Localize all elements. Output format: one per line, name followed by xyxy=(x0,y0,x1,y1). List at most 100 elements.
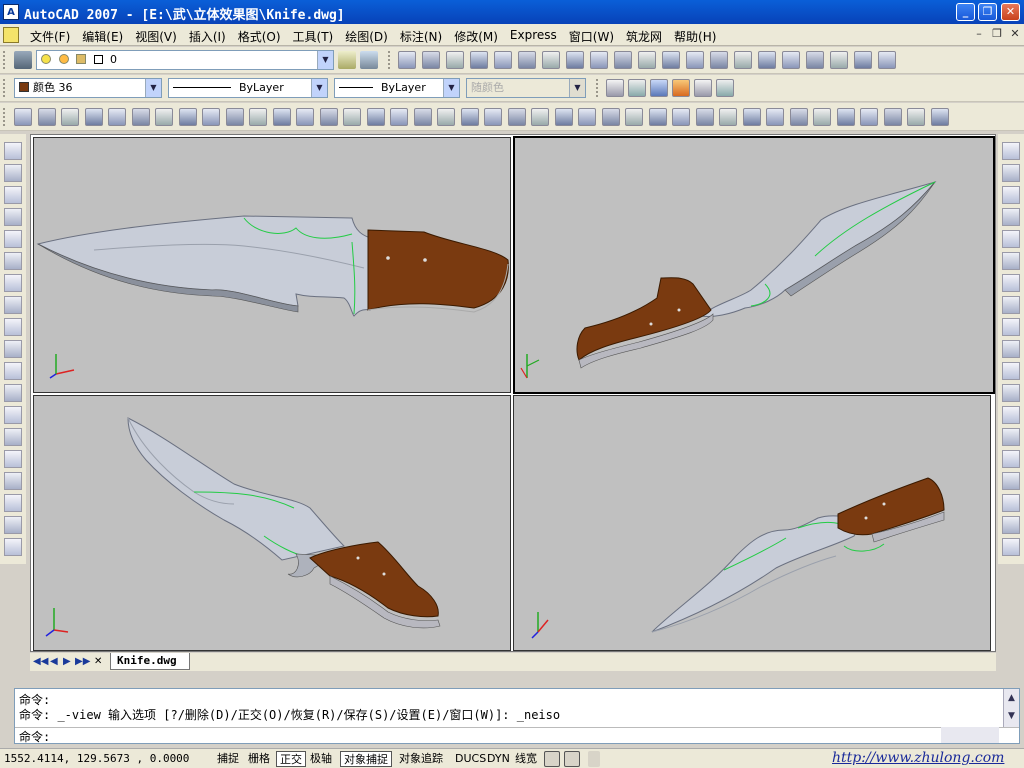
document-close-button[interactable]: ✕ xyxy=(1008,28,1022,42)
make-object-layer-current-icon[interactable] xyxy=(338,51,356,69)
menu-item-3[interactable]: 插入(I) xyxy=(183,28,232,45)
viewport-bottom-left[interactable] xyxy=(33,395,511,651)
solid-edit-icon-10[interactable] xyxy=(249,108,267,126)
menu-item-7[interactable]: 标注(N) xyxy=(394,28,448,45)
chevron-down-icon[interactable]: ▼ xyxy=(311,79,327,97)
solid-edit-icon-24[interactable] xyxy=(578,108,596,126)
lineweight-dropdown[interactable]: ByLayer ▼ xyxy=(334,78,460,98)
command-scrollbar[interactable]: ▲ ▼ xyxy=(1003,689,1019,727)
solid-edit-icon-29[interactable] xyxy=(695,108,714,126)
status-toggle-1[interactable]: 栅格 xyxy=(245,751,273,767)
modeling-icon-17[interactable] xyxy=(806,51,824,69)
dimension-tool-icon-16[interactable] xyxy=(1002,494,1020,512)
draw-tool-icon-5[interactable] xyxy=(4,252,22,270)
dimension-tool-icon-17[interactable] xyxy=(1002,516,1020,534)
menu-item-8[interactable]: 修改(M) xyxy=(448,28,504,45)
draw-tool-icon-0[interactable] xyxy=(4,142,22,160)
render-icon-1[interactable] xyxy=(628,79,646,97)
toolbar-grip[interactable] xyxy=(596,79,600,97)
viewport-bottom-right[interactable] xyxy=(513,395,991,651)
solid-edit-icon-30[interactable] xyxy=(719,108,737,126)
solid-edit-icon-1[interactable] xyxy=(37,108,56,126)
status-toggle-4[interactable]: 对象捕捉 xyxy=(340,751,392,767)
dimension-tool-icon-7[interactable] xyxy=(1002,296,1020,314)
menu-item-0[interactable]: 文件(F) xyxy=(24,28,76,45)
viewport-top-left[interactable] xyxy=(33,137,511,393)
status-toggle-5[interactable]: 对象追踪 xyxy=(396,751,446,767)
solid-edit-icon-23[interactable] xyxy=(554,108,573,126)
status-toggle-3[interactable]: 极轴 xyxy=(307,751,335,767)
dimension-tool-icon-6[interactable] xyxy=(1002,274,1020,292)
document-restore-button[interactable]: ❐ xyxy=(990,28,1004,42)
chevron-down-icon[interactable]: ▼ xyxy=(443,79,459,97)
dimension-tool-icon-2[interactable] xyxy=(1002,186,1020,204)
render-icon-4[interactable] xyxy=(694,79,712,97)
layer-previous-icon[interactable] xyxy=(360,51,378,69)
solid-edit-icon-31[interactable] xyxy=(742,108,761,126)
menu-item-9[interactable]: Express xyxy=(504,28,563,45)
linetype-dropdown[interactable]: ByLayer ▼ xyxy=(168,78,328,98)
dimension-tool-icon-10[interactable] xyxy=(1002,362,1020,380)
modeling-icon-10[interactable] xyxy=(638,51,656,69)
dimension-tool-icon-14[interactable] xyxy=(1002,450,1020,468)
first-tab-icon[interactable]: ◀◀ xyxy=(33,656,48,667)
modeling-icon-9[interactable] xyxy=(614,51,632,69)
modeling-icon-20[interactable] xyxy=(878,51,896,69)
modeling-icon-2[interactable] xyxy=(446,51,464,69)
modeling-icon-0[interactable] xyxy=(398,51,416,69)
dimension-tool-icon-15[interactable] xyxy=(1002,472,1020,490)
draw-tool-icon-4[interactable] xyxy=(4,230,22,248)
solid-edit-icon-0[interactable] xyxy=(14,108,32,126)
menu-item-4[interactable]: 格式(O) xyxy=(232,28,287,45)
draw-tool-icon-16[interactable] xyxy=(4,494,22,512)
viewport-top-right[interactable] xyxy=(513,136,995,394)
solid-edit-icon-28[interactable] xyxy=(672,108,690,126)
chevron-down-icon[interactable]: ▼ xyxy=(145,79,161,97)
toolbar-grip[interactable] xyxy=(3,108,7,126)
modeling-icon-12[interactable] xyxy=(686,51,704,69)
solid-edit-icon-19[interactable] xyxy=(460,108,479,126)
draw-tool-icon-15[interactable] xyxy=(4,472,22,490)
solid-edit-icon-35[interactable] xyxy=(836,108,855,126)
layer-manager-icon[interactable] xyxy=(14,51,32,69)
solid-edit-icon-9[interactable] xyxy=(225,108,244,126)
coordinates-readout[interactable]: 1552.4114, 129.5673 , 0.0000 xyxy=(4,752,189,765)
menu-item-6[interactable]: 绘图(D) xyxy=(339,28,394,45)
menu-item-2[interactable]: 视图(V) xyxy=(129,28,183,45)
dimension-tool-icon-4[interactable] xyxy=(1002,230,1020,248)
draw-tool-icon-7[interactable] xyxy=(4,296,22,314)
chevron-down-icon[interactable]: ▼ xyxy=(317,51,333,69)
solid-edit-icon-16[interactable] xyxy=(390,108,408,126)
document-icon[interactable] xyxy=(3,27,19,43)
autocad-app-icon[interactable]: A xyxy=(3,4,19,20)
solid-edit-icon-4[interactable] xyxy=(108,108,126,126)
status-toggle-8[interactable]: 线宽 xyxy=(512,751,540,767)
scroll-down-icon[interactable]: ▼ xyxy=(1004,707,1019,725)
modeling-icon-18[interactable] xyxy=(830,51,848,69)
solid-edit-icon-38[interactable] xyxy=(907,108,925,126)
solid-edit-icon-3[interactable] xyxy=(84,108,103,126)
dimension-tool-icon-1[interactable] xyxy=(1002,164,1020,182)
menu-item-5[interactable]: 工具(T) xyxy=(287,28,340,45)
draw-tool-icon-14[interactable] xyxy=(4,450,22,468)
dimension-tool-icon-0[interactable] xyxy=(1002,142,1020,160)
dimension-tool-icon-18[interactable] xyxy=(1002,538,1020,556)
draw-tool-icon-13[interactable] xyxy=(4,428,22,446)
status-menu-icon[interactable] xyxy=(588,751,600,767)
modeling-icon-3[interactable] xyxy=(470,51,488,69)
solid-edit-icon-2[interactable] xyxy=(61,108,79,126)
model-space-icon[interactable] xyxy=(544,751,560,767)
solid-edit-icon-33[interactable] xyxy=(789,108,808,126)
draw-tool-icon-9[interactable] xyxy=(4,340,22,358)
solid-edit-icon-22[interactable] xyxy=(531,108,549,126)
solid-edit-icon-11[interactable] xyxy=(272,108,291,126)
modeling-icon-4[interactable] xyxy=(494,51,512,69)
toolbar-grip[interactable] xyxy=(388,51,392,69)
solid-edit-icon-36[interactable] xyxy=(860,108,878,126)
solid-edit-icon-18[interactable] xyxy=(437,108,455,126)
layer-dropdown[interactable]: 0 ▼ xyxy=(36,50,334,70)
scroll-up-icon[interactable]: ▲ xyxy=(1004,689,1019,707)
draw-tool-icon-10[interactable] xyxy=(4,362,22,380)
last-tab-icon[interactable]: ▶▶ xyxy=(75,656,90,667)
draw-tool-icon-8[interactable] xyxy=(4,318,22,336)
